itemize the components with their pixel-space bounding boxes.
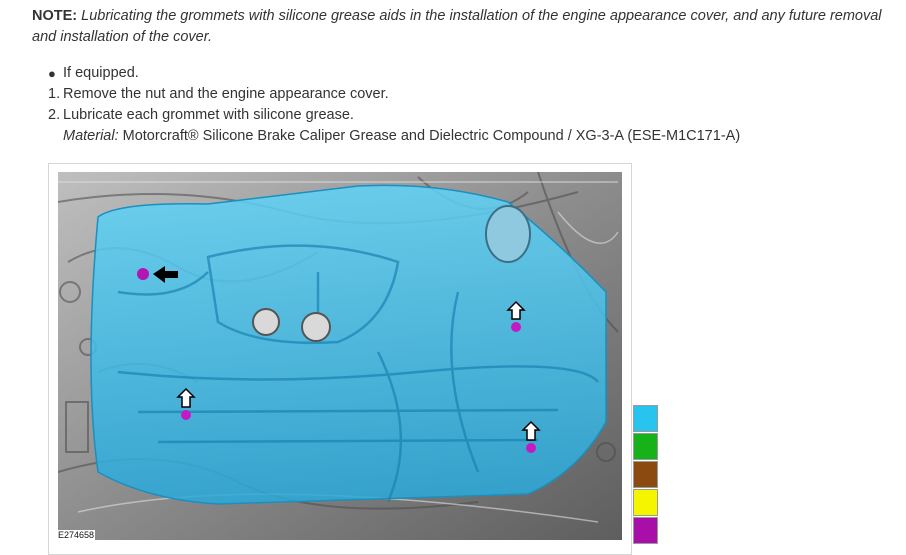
note-paragraph: NOTE: Lubricating the grommets with sili… (32, 6, 898, 48)
step-number: 2. (48, 107, 61, 123)
legend-swatch (633, 489, 658, 516)
material-line: Material: Motorcraft® Silicone Brake Cal… (48, 126, 740, 147)
legend-swatch (633, 517, 658, 544)
step-number: 1. (48, 86, 61, 102)
step-text: Remove the nut and the engine appearance… (63, 86, 389, 102)
step-item: 2. Lubricate each grommet with silicone … (48, 105, 740, 126)
engine-illustration (58, 172, 622, 540)
step-text: Lubricate each grommet with silicone gre… (63, 107, 354, 123)
bullet-icon: ● (48, 66, 56, 81)
color-legend (633, 405, 658, 545)
bullet-item: ● If equipped. (48, 63, 740, 84)
procedure-steps: ● If equipped. 1. Remove the nut and the… (48, 63, 740, 147)
bullet-text: If equipped. (63, 65, 139, 81)
note-text: Lubricating the grommets with silicone g… (32, 8, 882, 45)
legend-swatch (633, 461, 658, 488)
step-item: 1. Remove the nut and the engine appeara… (48, 84, 740, 105)
legend-swatch (633, 405, 658, 432)
engine-illustration-figure[interactable]: E274658 (48, 163, 632, 555)
note-label: NOTE: (32, 8, 78, 24)
legend-swatch (633, 433, 658, 460)
material-text: Motorcraft® Silicone Brake Caliper Greas… (118, 128, 741, 144)
material-label: Material: (63, 128, 119, 144)
